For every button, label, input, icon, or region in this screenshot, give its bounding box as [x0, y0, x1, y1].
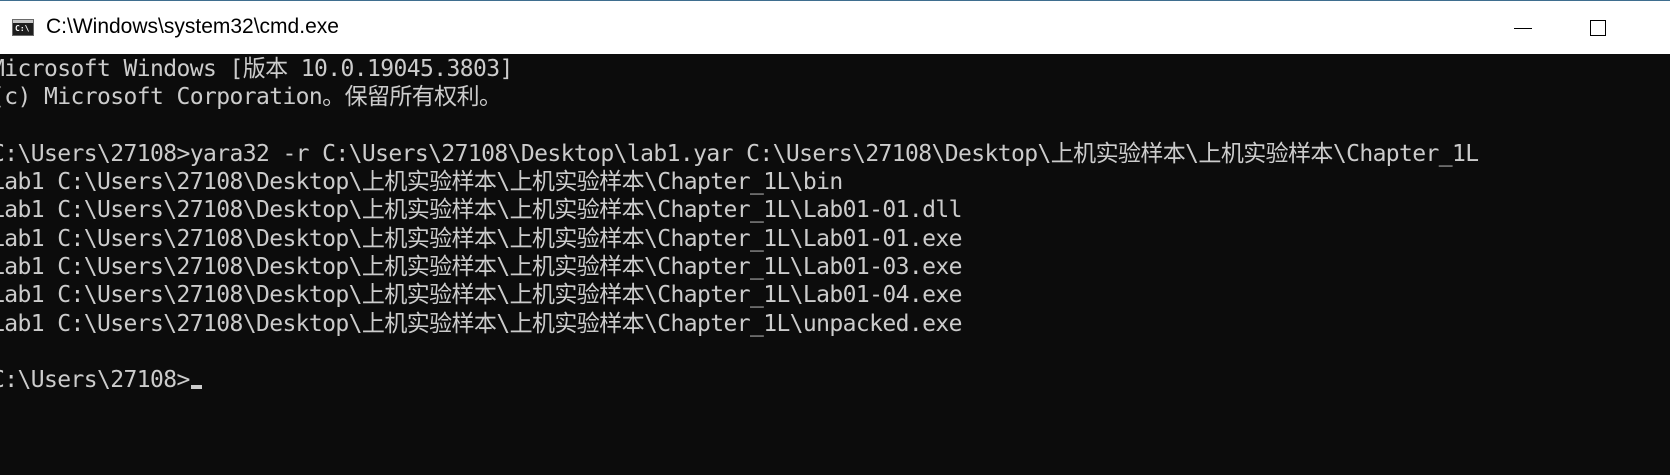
maximize-icon: [1589, 20, 1606, 36]
console-output[interactable]: Microsoft Windows [版本 10.0.19045.3803] (…: [0, 54, 1670, 475]
title-bar[interactable]: C:\ C:\Windows\system32\cmd.exe: [0, 1, 1670, 54]
text-cursor: [190, 385, 202, 390]
console-line: Lab1 C:\Users\27108\Desktop\上机实验样本\上机实验样…: [0, 197, 963, 224]
cmd-icon[interactable]: C:\: [12, 19, 34, 36]
cmd-window: C:\ C:\Windows\system32\cmd.exe Microsof…: [0, 0, 1670, 475]
window-title: C:\Windows\system32\cmd.exe: [46, 15, 339, 38]
console-line: Microsoft Windows [版本 10.0.19045.3803]: [0, 56, 513, 82]
command-prompt: C:\Users\27108>: [0, 367, 190, 394]
console-line: Lab1 C:\Users\27108\Desktop\上机实验样本\上机实验样…: [0, 282, 963, 309]
console-line: Lab1 C:\Users\27108\Desktop\上机实验样本\上机实验样…: [0, 225, 963, 252]
console-line: Lab1 C:\Users\27108\Desktop\上机实验样本\上机实验样…: [0, 310, 963, 337]
console-line: (c) Microsoft Corporation。保留所有权利。: [0, 84, 502, 111]
console-line: Lab1 C:\Users\27108\Desktop\上机实验样本\上机实验样…: [0, 169, 843, 196]
console-line: C:\Users\27108>yara32 -r C:\Users\27108\…: [0, 140, 1479, 167]
minimize-button[interactable]: [1485, 2, 1560, 54]
minimize-icon: [1513, 27, 1532, 29]
console-lines: Microsoft Windows [版本 10.0.19045.3803] (…: [0, 55, 1479, 395]
cmd-icon-label: C:\: [15, 24, 30, 33]
cmd-icon-bar: [13, 20, 33, 23]
console-line: Lab1 C:\Users\27108\Desktop\上机实验样本\上机实验样…: [0, 254, 963, 281]
prompt-line[interactable]: C:\Users\27108>: [0, 366, 1479, 394]
maximize-button[interactable]: [1560, 2, 1635, 54]
